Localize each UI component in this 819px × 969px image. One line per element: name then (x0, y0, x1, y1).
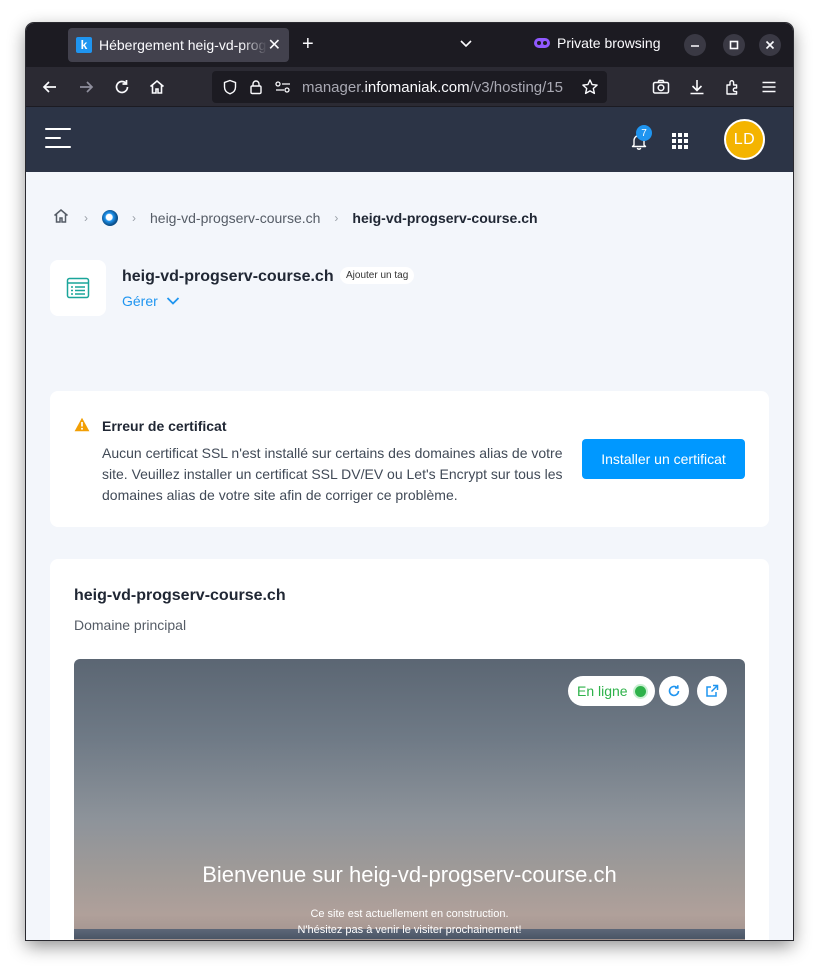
external-link-icon (706, 684, 719, 697)
preview-welcome-title: Bienvenue sur heig-vd-progserv-course.ch (202, 862, 617, 887)
install-certificate-button[interactable]: Installer un certificat (582, 439, 745, 479)
url-bar[interactable]: manager.infomaniak.com/v3/hosting/15 (212, 71, 607, 103)
open-site-button[interactable] (697, 676, 727, 706)
hosting-globe-icon[interactable] (102, 209, 118, 226)
private-browsing-indicator: Private browsing (534, 35, 661, 51)
url-path: /v3/hosting/15 (469, 79, 563, 96)
reload-icon[interactable] (113, 78, 131, 96)
main-domain-card: heig-vd-progserv-course.ch Domaine princ… (50, 559, 769, 940)
chevron-down-icon (166, 296, 180, 306)
manage-label: Gérer (122, 293, 158, 309)
app-header: 7 LD (26, 107, 793, 172)
extensions-icon[interactable] (724, 78, 742, 96)
tab-close-icon[interactable]: ✕ (268, 35, 281, 55)
breadcrumb-home-icon[interactable] (52, 207, 70, 228)
site-permissions-icon[interactable] (274, 79, 292, 100)
hamburger-menu-icon[interactable] (45, 128, 71, 148)
menu-icon[interactable] (760, 78, 778, 96)
site-title: heig-vd-progserv-course.ch (122, 268, 334, 285)
minimize-icon[interactable] (684, 34, 706, 56)
url-prefix: manager. (302, 79, 365, 96)
breadcrumb-chevron-icon: › (334, 210, 339, 225)
browser-tab[interactable]: k Hébergement heig-vd-progserv-course.ch… (68, 28, 289, 62)
home-icon[interactable] (148, 78, 166, 96)
preview-welcome-text: Ce site est actuellement en construction… (74, 906, 745, 938)
breadcrumb-chevron-icon: › (132, 210, 136, 225)
website-list-icon (50, 260, 106, 316)
forward-icon[interactable] (77, 78, 95, 96)
alert-message: Aucun certificat SSL n'est installé sur … (102, 445, 563, 503)
maximize-icon[interactable] (723, 34, 745, 56)
lock-icon[interactable] (248, 79, 264, 100)
notification-count-badge[interactable]: 7 (636, 125, 652, 141)
add-tag-button[interactable]: Ajouter un tag (340, 267, 415, 284)
site-preview[interactable]: En ligne Bienvenue sur heig-vd-progserv-… (74, 659, 745, 940)
page-content: › › heig-vd-progserv-course.ch › heig-vd… (26, 172, 793, 940)
preview-line-1: Ce site est actuellement en construction… (310, 908, 509, 920)
breadcrumb-hosting-link[interactable]: heig-vd-progserv-course.ch (150, 210, 320, 226)
shield-icon[interactable] (222, 79, 238, 100)
status-label: En ligne (577, 683, 628, 699)
close-window-icon[interactable] (759, 34, 781, 56)
private-mask-icon (534, 38, 550, 48)
tab-bar: k Hébergement heig-vd-progserv-course.ch… (26, 23, 793, 67)
preview-line-2: N'hésitez pas à venir le visiter prochai… (297, 924, 522, 936)
breadcrumb-chevron-icon: › (84, 210, 88, 225)
manage-dropdown[interactable]: Gérer (122, 293, 180, 309)
tab-title: Hébergement heig-vd-progserv-course.ch (99, 37, 267, 53)
apps-grid-icon[interactable] (672, 133, 688, 149)
user-avatar[interactable]: LD (724, 119, 765, 160)
refresh-preview-button[interactable] (659, 676, 689, 706)
navigation-toolbar: manager.infomaniak.com/v3/hosting/15 (26, 67, 793, 107)
downloads-icon[interactable] (688, 78, 706, 96)
domain-title: heig-vd-progserv-course.ch (74, 587, 286, 604)
certificate-error-alert: Erreur de certificat Aucun certificat SS… (50, 391, 769, 527)
screenshot-icon[interactable] (652, 78, 670, 96)
refresh-icon (668, 685, 680, 697)
bookmark-star-icon[interactable] (581, 78, 599, 101)
url-domain: infomaniak.com (364, 79, 470, 96)
back-icon[interactable] (41, 78, 59, 96)
alert-title: Erreur de certificat (102, 418, 227, 434)
new-tab-icon[interactable]: + (302, 33, 314, 56)
status-dot-icon (634, 685, 646, 697)
infomaniak-favicon-icon: k (76, 37, 92, 53)
url-text[interactable]: manager.infomaniak.com/v3/hosting/15 (302, 79, 574, 96)
browser-window: k Hébergement heig-vd-progserv-course.ch… (26, 23, 793, 940)
breadcrumb-current: heig-vd-progserv-course.ch (352, 209, 538, 226)
online-status-badge: En ligne (568, 676, 655, 706)
breadcrumb: › › heig-vd-progserv-course.ch › heig-vd… (52, 207, 538, 228)
warning-icon (74, 417, 90, 437)
domain-subtitle: Domaine principal (74, 617, 187, 633)
list-all-tabs-icon[interactable] (458, 35, 474, 56)
private-browsing-label: Private browsing (557, 35, 661, 51)
